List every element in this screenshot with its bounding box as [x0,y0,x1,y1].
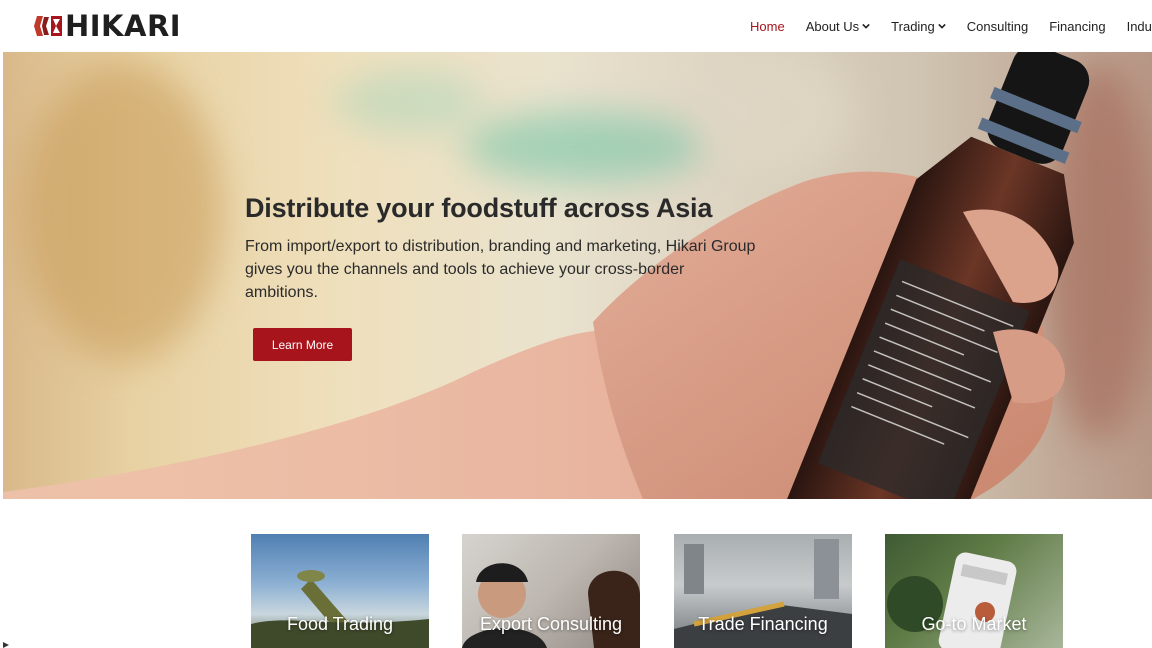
nav-label: Trading [891,18,935,34]
service-card-export-consulting[interactable]: Export Consulting [462,534,640,648]
nav-item-trading[interactable]: Trading [891,19,946,34]
hero-subtitle: From import/export to distribution, bran… [245,238,756,301]
nav-item-about-us[interactable]: About Us [806,19,870,34]
nav-item-industries[interactable]: Industr [1127,19,1152,34]
nav-label: About Us [805,18,860,34]
site-header: HIKARI Home About Us Trading Consulting … [0,0,1152,52]
logo-mark-icon [34,16,62,36]
nav-item-consulting[interactable]: Consulting [967,19,1028,34]
card-label: Food Trading [286,614,394,634]
nav-item-financing[interactable]: Financing [1049,19,1105,34]
hero-banner: Distribute your foodstuff across Asia Fr… [3,52,1152,499]
hero-title: Distribute your foodstuff across Asia [245,193,713,223]
logo[interactable]: HIKARI [34,11,181,41]
logo-text: HIKARI [65,9,182,43]
card-label: Go-to Market [921,614,1027,634]
learn-more-button[interactable]: Learn More [253,328,352,361]
card-label: Trade Financing [698,614,828,634]
nav-label: Financing [1049,18,1106,34]
nav-label: Industr [1126,18,1152,34]
nav-label: Home [750,18,785,34]
card-label: Export Consulting [479,614,623,634]
main-nav: Home About Us Trading Consulting Financi… [750,0,1152,52]
service-card-trade-financing[interactable]: Trade Financing [674,534,852,648]
scroll-indicator-icon [3,642,9,648]
chevron-down-icon [938,23,946,29]
nav-label: Consulting [966,18,1029,34]
nav-item-home[interactable]: Home [750,19,785,34]
service-card-food-trading[interactable]: Food Trading [251,534,429,648]
service-card-go-to-market[interactable]: Go-to Market [885,534,1063,648]
chevron-down-icon [862,23,870,29]
